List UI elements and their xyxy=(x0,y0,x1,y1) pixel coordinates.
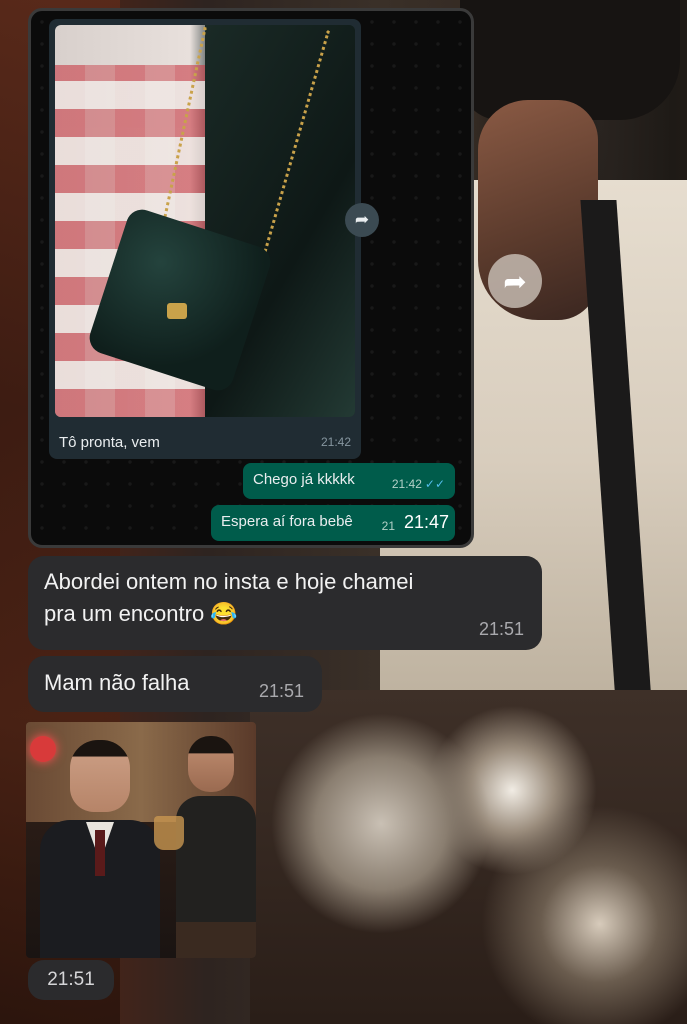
photo-message-bubble[interactable]: Tô pronta, vem 21:42 xyxy=(49,19,361,459)
photo-timestamp: 21:42 xyxy=(320,435,351,449)
message-timestamp: 21 xyxy=(381,519,395,533)
incoming-message[interactable]: Abordei ontem no insta e hoje chamei pra… xyxy=(28,556,542,650)
table xyxy=(176,922,256,958)
message-text-line-2: pra um encontro 😂 xyxy=(44,601,238,626)
message-timestamp: 21:51 xyxy=(258,681,304,701)
embedded-chat-screenshot[interactable]: Tô pronta, vem 21:42 ➦ Chego já kkkkk 21… xyxy=(28,8,474,548)
overlay-timestamp: 21:47 xyxy=(404,512,450,532)
message-timestamp: 21:51 xyxy=(478,619,524,639)
image-message[interactable] xyxy=(26,722,256,958)
bag-clasp xyxy=(167,303,187,319)
bag-photo[interactable] xyxy=(55,25,355,417)
message-text: Espera aí fora bebê xyxy=(221,513,353,530)
message-text-line-1: Abordei ontem no insta e hoje chamei xyxy=(44,569,414,594)
message-text: Mam não falha xyxy=(44,670,190,695)
forward-icon[interactable]: ➦ xyxy=(345,203,379,237)
photo-caption: Tô pronta, vem xyxy=(59,434,160,451)
message-timestamp: 21:42 ✓✓ xyxy=(391,477,445,491)
forward-icon[interactable]: ➦ xyxy=(488,254,542,308)
incoming-message[interactable]: Mam não falha 21:51 xyxy=(28,656,322,712)
drink-glass xyxy=(154,816,184,850)
man-foreground xyxy=(40,740,160,958)
double-check-icon: ✓✓ xyxy=(424,477,445,491)
background-glassware xyxy=(250,690,687,1024)
message-text: Chego já kkkkk xyxy=(253,471,355,488)
outgoing-message[interactable]: Chego já kkkkk 21:42 ✓✓ xyxy=(243,463,455,499)
image-message-timestamp: 21:51 xyxy=(28,960,114,1000)
